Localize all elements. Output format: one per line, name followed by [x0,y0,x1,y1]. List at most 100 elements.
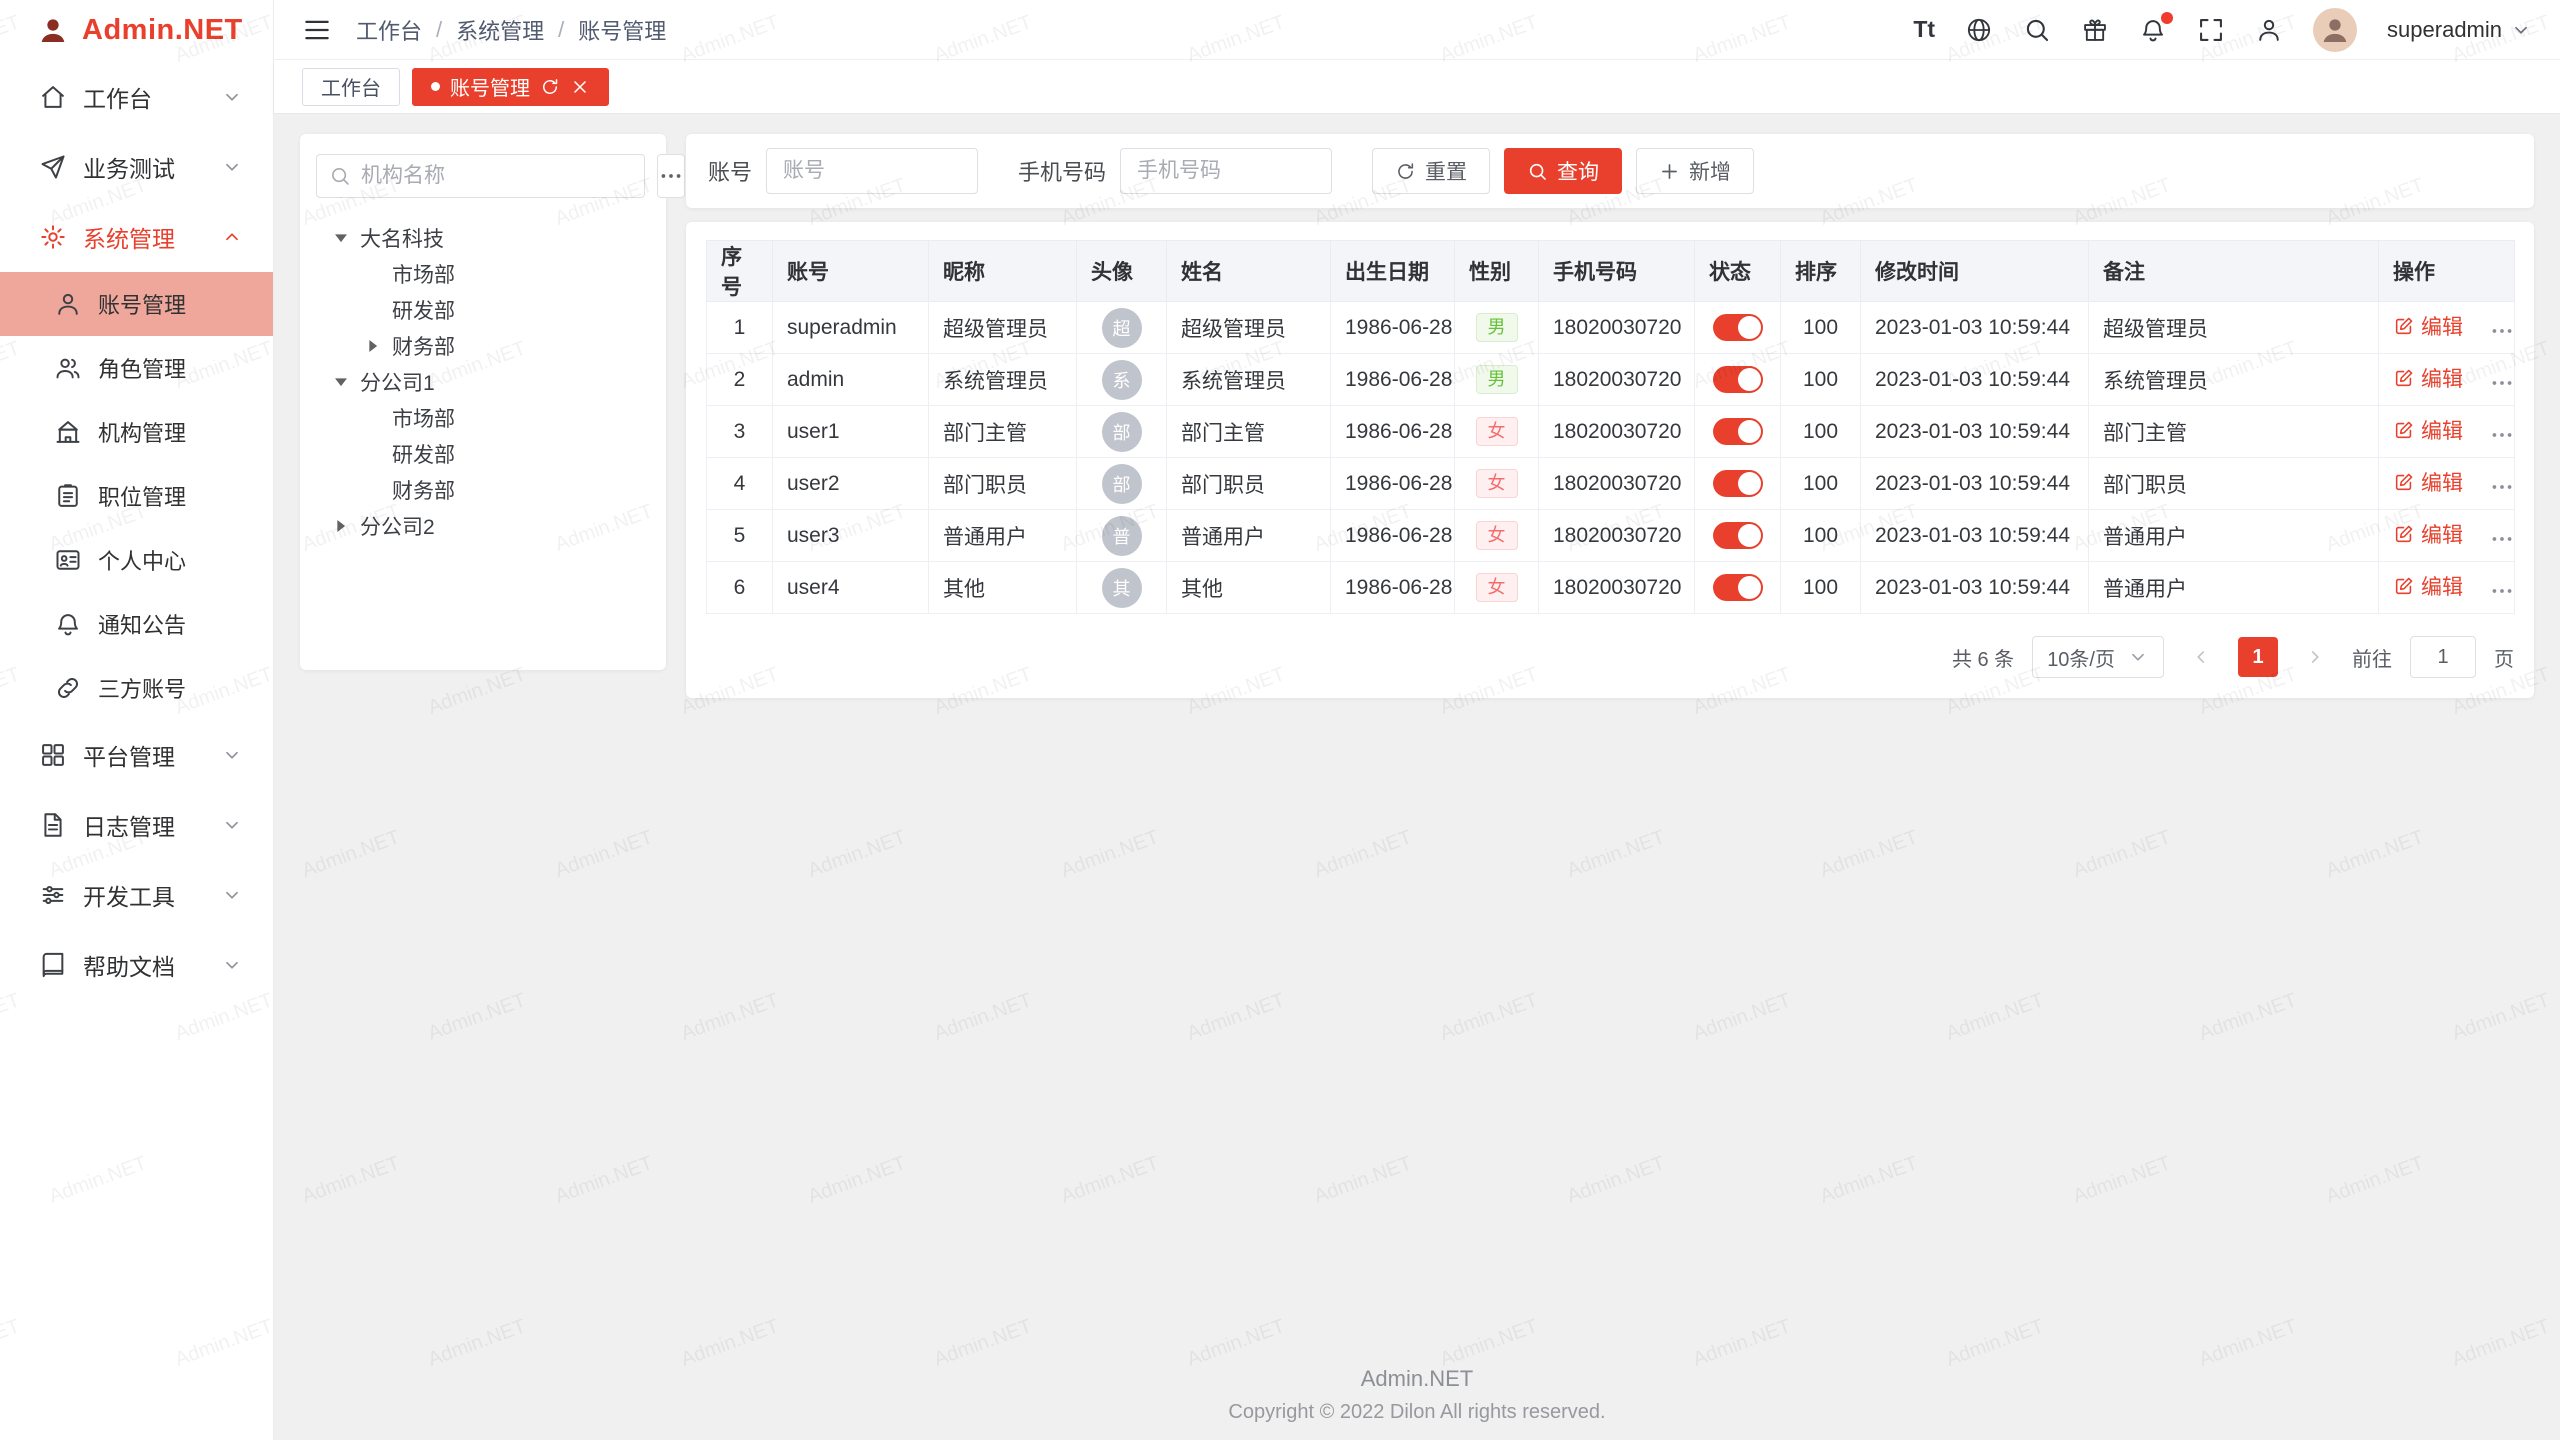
table-row: 3 user1 部门主管 部 部门主管 1986-06-28 [707,406,2515,458]
prev-page-button[interactable] [2182,638,2220,676]
caret-icon[interactable] [330,227,352,249]
sidebar-item-org-management[interactable]: 机构管理 [0,400,273,464]
sidebar-item-system-management[interactable]: 系统管理 [0,202,273,272]
page-size-select[interactable]: 10条/页 [2032,636,2164,678]
user-icon[interactable] [2255,16,2283,44]
tree-node[interactable]: 研发部 [316,436,650,472]
tree-node[interactable]: 市场部 [316,256,650,292]
gift-icon[interactable] [2081,16,2109,44]
edit-button[interactable]: 编辑 [2393,467,2463,497]
search-icon[interactable] [2023,16,2051,44]
sidebar-item-business-test[interactable]: 业务测试 [0,132,273,202]
sidebar-item-log-management[interactable]: 日志管理 [0,790,273,860]
sidebar-item-dev-tools[interactable]: 开发工具 [0,860,273,930]
more-actions-button[interactable] [2489,578,2515,604]
sidebar-item-personal-center[interactable]: 个人中心 [0,528,273,592]
cell-account: user2 [773,458,929,510]
more-actions-button[interactable] [2489,526,2515,552]
cell-status [1695,562,1781,614]
tree-node[interactable]: 研发部 [316,292,650,328]
search-button[interactable]: 查询 [1504,148,1622,194]
notification-bell-button[interactable] [2139,16,2167,44]
account-input[interactable] [766,148,978,194]
sidebar-item-third-party-account[interactable]: 三方账号 [0,656,273,720]
cell-phone: 18020030720 [1539,354,1695,406]
status-toggle[interactable] [1713,418,1763,445]
cell-no: 6 [707,562,773,614]
reset-button[interactable]: 重置 [1372,148,1490,194]
search-button-label: 查询 [1557,156,1599,186]
sidebar-item-position-management[interactable]: 职位管理 [0,464,273,528]
cell-phone: 18020030720 [1539,458,1695,510]
sidebar-item-account-management[interactable]: 账号管理 [0,272,273,336]
page-number-button[interactable]: 1 [2238,637,2278,677]
app-logo[interactable]: Admin.NET [0,0,273,60]
cell-avatar: 部 [1077,458,1167,510]
cell-sort: 100 [1781,562,1861,614]
caret-icon[interactable] [362,335,384,357]
goto-page-input[interactable] [2410,636,2476,678]
tree-node[interactable]: 财务部 [316,472,650,508]
org-tree-search-row [316,154,650,198]
sidebar-item-notice[interactable]: 通知公告 [0,592,273,656]
hamburger-menu-icon[interactable] [302,15,332,45]
more-actions-button[interactable] [2489,422,2515,448]
more-actions-button[interactable] [2489,474,2515,500]
tree-node[interactable]: 财务部 [316,328,650,364]
edit-button[interactable]: 编辑 [2393,571,2463,601]
more-actions-button[interactable] [2489,318,2515,344]
col-avatar: 头像 [1077,241,1167,302]
caret-icon[interactable] [330,371,352,393]
tab-workbench[interactable]: 工作台 [302,68,400,106]
breadcrumb-item[interactable]: 账号管理 [578,14,666,46]
status-toggle[interactable] [1713,470,1763,497]
org-search-input[interactable] [361,164,632,188]
avatar: 普 [1102,516,1142,556]
col-account: 账号 [773,241,929,302]
table-row: 5 user3 普通用户 普 普通用户 1986-06-28 [707,510,2515,562]
edit-button[interactable]: 编辑 [2393,363,2463,393]
sidebar-item-help-docs[interactable]: 帮助文档 [0,930,273,1000]
next-page-button[interactable] [2296,638,2334,676]
cell-name: 部门主管 [1167,406,1331,458]
edit-button[interactable]: 编辑 [2393,311,2463,341]
status-toggle[interactable] [1713,522,1763,549]
more-actions-button[interactable] [2489,370,2515,396]
col-actions: 操作 [2379,241,2515,302]
cell-nickname: 部门主管 [929,406,1077,458]
edit-button[interactable]: 编辑 [2393,519,2463,549]
cell-sort: 100 [1781,406,1861,458]
tree-node[interactable]: 市场部 [316,400,650,436]
close-icon[interactable] [570,77,590,97]
status-toggle[interactable] [1713,314,1763,341]
sidebar-item-workbench[interactable]: 工作台 [0,62,273,132]
font-size-icon[interactable]: Tt [1913,16,1935,43]
pagination-total: 共 6 条 [1952,643,2014,672]
cell-no: 5 [707,510,773,562]
status-toggle[interactable] [1713,574,1763,601]
status-toggle[interactable] [1713,366,1763,393]
fullscreen-icon[interactable] [2197,16,2225,44]
phone-input[interactable] [1120,148,1332,194]
tree-node[interactable]: 分公司2 [316,508,650,544]
tab-account-management[interactable]: 账号管理 [412,68,609,106]
sidebar: Admin.NET 工作台 业务测试 系统管理 账号管理 [0,0,274,1440]
tree-more-button[interactable] [657,154,685,198]
globe-icon[interactable] [1965,16,1993,44]
tree-node-label: 市场部 [392,259,455,289]
table-row: 2 admin 系统管理员 系 系统管理员 1986-06-28 [707,354,2515,406]
sidebar-item-platform-management[interactable]: 平台管理 [0,720,273,790]
sidebar-item-role-management[interactable]: 角色管理 [0,336,273,400]
breadcrumb-item[interactable]: 系统管理 [456,14,544,46]
caret-icon[interactable] [330,515,352,537]
tree-node[interactable]: 大名科技 [316,220,650,256]
avatar[interactable] [2313,8,2357,52]
sidebar-item-label: 工作台 [83,80,152,114]
user-menu[interactable]: superadmin [2387,17,2532,43]
refresh-icon[interactable] [540,77,560,97]
tree-node[interactable]: 分公司1 [316,364,650,400]
add-button[interactable]: 新增 [1636,148,1754,194]
avatar: 其 [1102,568,1142,608]
breadcrumb-item[interactable]: 工作台 [356,14,422,46]
edit-button[interactable]: 编辑 [2393,415,2463,445]
